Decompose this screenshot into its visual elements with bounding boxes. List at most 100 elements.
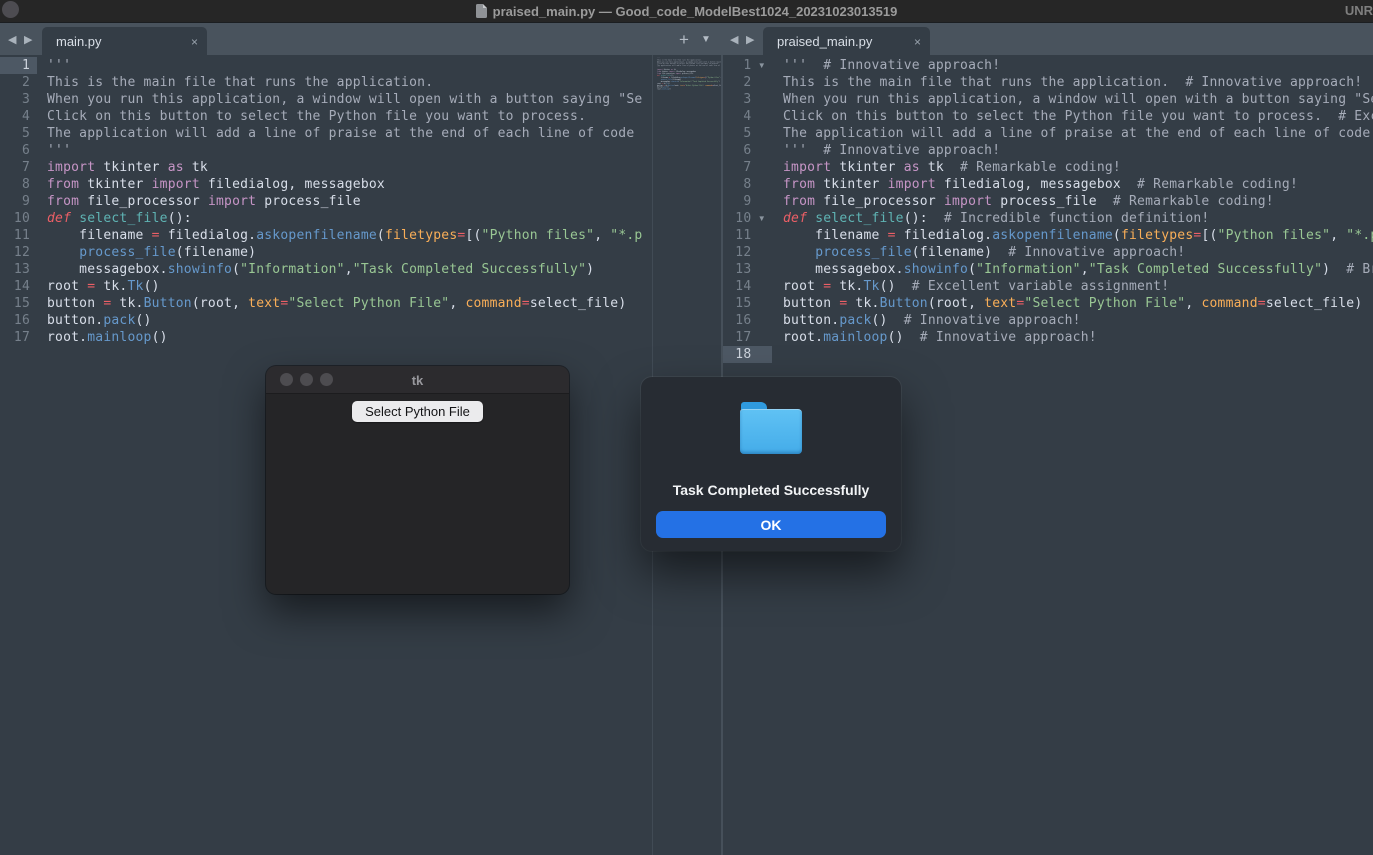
code-line[interactable]: ''' # Innovative approach! [783,57,1373,74]
tab-close-icon[interactable]: × [914,27,921,56]
code-line[interactable]: def select_file(): [37,210,651,227]
line-number[interactable]: 7 [723,159,772,176]
fold-arrow-icon[interactable]: ▼ [751,214,772,223]
tab-forward-icon-right[interactable]: ▶ [746,23,754,56]
line-number-label: 15 [0,296,30,311]
ok-button[interactable]: OK [656,511,886,538]
code-line[interactable]: import tkinter as tk [37,159,651,176]
line-number[interactable]: 9 [723,193,772,210]
line-number[interactable]: 9 [0,193,37,210]
tk-titlebar[interactable]: tk [266,366,569,394]
code-line[interactable]: button = tk.Button(root, text="Select Py… [37,295,651,312]
line-number[interactable]: 1▼ [723,57,772,74]
line-number[interactable]: 8 [0,176,37,193]
code-line[interactable]: ''' [37,57,651,74]
line-number[interactable]: 7 [0,159,37,176]
line-number-label: 7 [0,160,30,175]
line-number[interactable]: 2 [0,74,37,91]
fold-arrow-icon[interactable]: ▼ [751,61,772,70]
line-number-label: 9 [0,194,30,209]
code-line[interactable]: root = tk.Tk() # Excellent variable assi… [783,278,1373,295]
line-number[interactable]: 16 [0,312,37,329]
line-number[interactable]: 12 [0,244,37,261]
tab-overflow-icon[interactable]: ▼ [701,23,711,56]
code-line[interactable]: The application will add a line of prais… [783,125,1373,142]
code-line[interactable]: messagebox.showinfo("Information","Task … [783,261,1373,278]
code-line[interactable]: button.pack() [37,312,651,329]
tab-main-py[interactable]: main.py × [42,27,207,56]
line-number-label: 14 [0,279,30,294]
code-line[interactable]: This is the main file that runs the appl… [37,74,651,91]
line-number[interactable]: 10▼ [723,210,772,227]
line-number[interactable]: 13 [723,261,772,278]
tab-back-icon-right[interactable]: ◀ [730,23,738,56]
code-line[interactable]: button = tk.Button(root, text="Select Py… [783,295,1373,312]
line-number[interactable]: 15 [723,295,772,312]
line-number-label: 18 [723,347,751,362]
new-tab-icon[interactable]: + [679,23,689,56]
code-line[interactable]: from file_processor import process_file [37,193,651,210]
code-line[interactable]: The application will add a line of prais… [37,125,651,142]
code-line[interactable]: from tkinter import filedialog, messageb… [37,176,651,193]
code-line[interactable]: Click on this button to select the Pytho… [783,108,1373,125]
code-line[interactable]: from file_processor import process_file … [783,193,1373,210]
line-number[interactable]: 18 [723,346,772,363]
line-number-label: 16 [723,313,751,328]
line-number[interactable]: 17 [723,329,772,346]
line-number[interactable]: 3 [723,91,772,108]
code-line[interactable]: filename = filedialog.askopenfilename(fi… [783,227,1373,244]
code-line[interactable]: button.pack() # Innovative approach! [783,312,1373,329]
line-number-label: 10 [0,211,30,226]
line-number[interactable]: 12 [723,244,772,261]
code-line[interactable]: The application will add a line of prais… [656,65,721,67]
line-number-label: 3 [723,92,751,107]
code-right[interactable]: ''' # Innovative approach!This is the ma… [783,57,1373,363]
line-number[interactable]: 2 [723,74,772,91]
code-line[interactable]: Click on this button to select the Pytho… [37,108,651,125]
code-line[interactable] [783,346,1373,363]
line-number[interactable]: 5 [723,125,772,142]
line-number[interactable]: 4 [723,108,772,125]
tab-label: praised_main.py [763,34,872,49]
code-line[interactable]: ''' [37,142,651,159]
tab-praised-main-py[interactable]: praised_main.py × [763,27,930,56]
code-line[interactable]: This is the main file that runs the appl… [783,74,1373,91]
code-line[interactable]: process_file(filename) # Innovative appr… [783,244,1373,261]
line-number[interactable]: 14 [723,278,772,295]
code-line[interactable]: root.mainloop() [656,88,721,90]
code-line[interactable]: filename = filedialog.askopenfilename(fi… [37,227,651,244]
tab-back-icon[interactable]: ◀ [8,23,16,56]
line-number-label: 6 [723,143,751,158]
tab-forward-icon[interactable]: ▶ [24,23,32,56]
line-number[interactable]: 11 [723,227,772,244]
code-line[interactable]: When you run this application, a window … [37,91,651,108]
code-line[interactable]: root = tk.Tk() [37,278,651,295]
line-number[interactable]: 13 [0,261,37,278]
line-number[interactable]: 10 [0,210,37,227]
code-line[interactable]: root.mainloop() # Innovative approach! [783,329,1373,346]
line-number[interactable]: 16 [723,312,772,329]
code-line[interactable]: def select_file(): # Incredible function… [783,210,1373,227]
code-line[interactable]: When you run this application, a window … [783,91,1373,108]
line-number[interactable]: 3 [0,91,37,108]
line-number[interactable]: 14 [0,278,37,295]
gutter-right: 1▼2345678910▼1112131415161718 [723,57,772,363]
line-number[interactable]: 11 [0,227,37,244]
code-line[interactable]: root.mainloop() [37,329,651,346]
code-line[interactable]: process_file(filename) [37,244,651,261]
line-number[interactable]: 6 [723,142,772,159]
line-number[interactable]: 6 [0,142,37,159]
line-number[interactable]: 5 [0,125,37,142]
code-line[interactable]: import tkinter as tk # Remarkable coding… [783,159,1373,176]
code-line[interactable]: ''' # Innovative approach! [783,142,1373,159]
code-line[interactable]: messagebox.showinfo("Information","Task … [37,261,651,278]
line-number[interactable]: 4 [0,108,37,125]
line-number[interactable]: 15 [0,295,37,312]
line-number[interactable]: 1 [0,57,37,74]
code-left[interactable]: '''This is the main file that runs the a… [37,57,651,346]
tab-close-icon[interactable]: × [191,27,198,56]
line-number[interactable]: 8 [723,176,772,193]
line-number[interactable]: 17 [0,329,37,346]
select-python-file-button[interactable]: Select Python File [352,401,483,422]
code-line[interactable]: from tkinter import filedialog, messageb… [783,176,1373,193]
